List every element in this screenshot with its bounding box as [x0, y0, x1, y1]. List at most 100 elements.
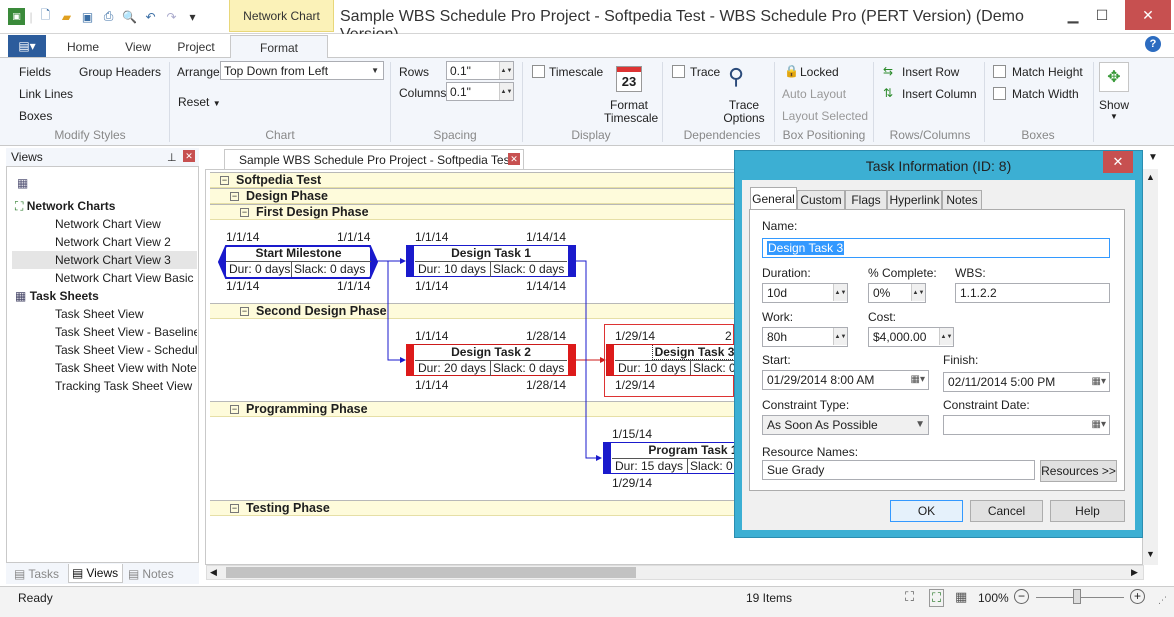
node-start-milestone[interactable]: Start Milestone Dur: 0 days Slack: 0 day…	[226, 246, 371, 278]
help-button[interactable]: Help	[1050, 500, 1125, 522]
node-title: Start Milestone	[226, 246, 371, 262]
node-design-task-3[interactable]: Design Task 3 Dur: 10 days Slack: 0	[606, 344, 734, 376]
node-right-bar	[568, 344, 576, 376]
node-slack: Slack: 0 days	[493, 262, 565, 276]
node-right-bar	[568, 245, 576, 277]
scroll-up-icon[interactable]: ▲	[1146, 172, 1155, 182]
node-date: 2	[725, 329, 732, 343]
node-left-bar	[604, 443, 611, 473]
node-left-bar	[406, 344, 414, 376]
network-view-icon[interactable]: ⛶	[929, 589, 945, 607]
node-slack: Slack: 0 days	[294, 262, 366, 276]
node-design-task-1[interactable]: Design Task 1 Dur: 10 days Slack: 0 days	[406, 245, 576, 277]
cost-label: Cost:	[868, 310, 897, 324]
constraint-type-select[interactable]: As Soon As Possible ▼	[762, 415, 929, 435]
start-date-picker[interactable]: 01/29/2014 8:00 AM ▦▾	[762, 370, 929, 390]
finish-date-picker[interactable]: 02/11/2014 5:00 PM ▦▾	[943, 372, 1110, 392]
dialog-close-button[interactable]: ✕	[1103, 151, 1133, 173]
chevron-down-icon: ▼	[915, 419, 925, 430]
zoom-slider-thumb[interactable]	[1073, 589, 1081, 604]
dialog-tab-custom[interactable]: Custom	[797, 190, 845, 209]
dialog-tab-hyperlink[interactable]: Hyperlink	[887, 190, 942, 209]
resize-grip-icon[interactable]: ⋰	[1158, 595, 1167, 606]
node-design-task-2[interactable]: Design Task 2 Dur: 20 days Slack: 0 days	[406, 344, 576, 376]
vertical-scrollbar[interactable]	[1143, 169, 1158, 565]
calendar-dropdown-icon[interactable]: ▦▾	[911, 374, 925, 385]
duration-input[interactable]: 10d ▲▼	[762, 283, 848, 303]
calendar-dropdown-icon[interactable]: ▦▾	[1092, 419, 1106, 430]
dialog-tab-general[interactable]: General	[750, 187, 797, 210]
link-start-to-task2	[377, 260, 406, 363]
node-date: 1/28/14	[526, 378, 567, 392]
node-duration: Dur: 10 days	[615, 361, 691, 375]
node-date: 1/1/14	[415, 230, 449, 244]
resource-names-input[interactable]: Sue Grady	[762, 460, 1035, 480]
work-label: Work:	[762, 310, 794, 324]
node-left-bar	[406, 245, 414, 277]
status-item-count: 19 Items	[746, 591, 793, 605]
complete-input[interactable]: 0% ▲▼	[868, 283, 926, 303]
node-program-task-1[interactable]: Program Task 1 Dur: 15 days Slack: 0	[603, 442, 734, 474]
resource-names-label: Resource Names:	[762, 445, 859, 459]
node-slack: Slack: 0 days	[493, 361, 565, 375]
status-text: Ready	[18, 591, 53, 605]
spinner-arrows-icon[interactable]: ▲▼	[833, 284, 847, 301]
node-title: Design Task 2	[415, 345, 567, 361]
node-title: Design Task 3	[615, 345, 734, 361]
node-duration: Dur: 0 days	[226, 262, 292, 277]
constraint-type-label: Constraint Type:	[762, 398, 850, 412]
constraint-date-picker[interactable]: ▦▾	[943, 415, 1110, 435]
cancel-button[interactable]: Cancel	[970, 500, 1043, 522]
node-title: Program Task 1	[612, 443, 734, 459]
wbs-view-icon[interactable]: ⛶	[905, 589, 914, 605]
node-date: 1/29/14	[615, 329, 656, 343]
name-input[interactable]: Design Task 3	[762, 238, 1110, 258]
start-value: 01/29/2014 8:00 AM	[767, 373, 875, 387]
scroll-right-icon[interactable]: ▶	[1131, 567, 1138, 578]
calendar-dropdown-icon[interactable]: ▦▾	[1092, 376, 1106, 387]
cost-input[interactable]: $4,000.00 ▲▼	[868, 327, 954, 347]
sheet-view-icon[interactable]: ▦	[955, 589, 967, 605]
zoom-out-icon[interactable]: −	[1014, 589, 1029, 604]
ok-button[interactable]: OK	[890, 500, 963, 522]
scroll-left-icon[interactable]: ◀	[210, 567, 217, 578]
zoom-level: 100%	[978, 591, 1009, 605]
spinner-arrows-icon[interactable]: ▲▼	[911, 284, 925, 301]
close-icon: ✕	[1112, 154, 1124, 169]
cost-value: $4,000.00	[873, 330, 927, 344]
node-duration: Dur: 20 days	[415, 361, 491, 376]
node-title: Design Task 1	[415, 246, 567, 262]
node-date: 1/28/14	[526, 329, 567, 343]
resource-names-value: Sue Grady	[767, 463, 825, 477]
dialog-tab-notes[interactable]: Notes	[942, 190, 982, 209]
node-title-text: Design Task 3	[651, 345, 734, 360]
dialog-title: Task Information (ID: 8)	[865, 158, 1012, 174]
wbs-input[interactable]: 1.1.2.2	[955, 283, 1110, 303]
finish-value: 02/11/2014 5:00 PM	[948, 375, 1056, 389]
duration-label: Duration:	[762, 266, 811, 280]
constraint-type-value: As Soon As Possible	[767, 418, 878, 432]
spinner-arrows-icon[interactable]: ▲▼	[833, 328, 847, 345]
node-date: 1/29/14	[615, 378, 656, 392]
node-date: 1/29/14	[612, 476, 653, 490]
zoom-in-icon[interactable]: +	[1130, 589, 1145, 604]
duration-value: 10d	[767, 286, 788, 300]
node-slack: Slack: 0	[690, 459, 733, 473]
node-date: 1/1/14	[415, 279, 449, 293]
scroll-down-icon[interactable]: ▼	[1146, 549, 1155, 559]
node-date: 1/15/14	[612, 427, 653, 441]
spinner-arrows-icon[interactable]: ▲▼	[939, 328, 953, 345]
complete-label: % Complete:	[868, 266, 937, 280]
node-date: 1/1/14	[415, 378, 449, 392]
constraint-date-label: Constraint Date:	[943, 398, 1030, 412]
complete-value: 0%	[873, 286, 891, 300]
dialog-tab-flags[interactable]: Flags	[845, 190, 887, 209]
node-date: 1/1/14	[337, 230, 371, 244]
name-label: Name:	[762, 219, 798, 233]
work-input[interactable]: 80h ▲▼	[762, 327, 848, 347]
node-date: 1/1/14	[226, 279, 260, 293]
horizontal-scroll-thumb[interactable]	[226, 567, 636, 578]
resources-button[interactable]: Resources >>	[1040, 460, 1117, 482]
work-value: 80h	[767, 330, 788, 344]
start-label: Start:	[762, 353, 791, 367]
